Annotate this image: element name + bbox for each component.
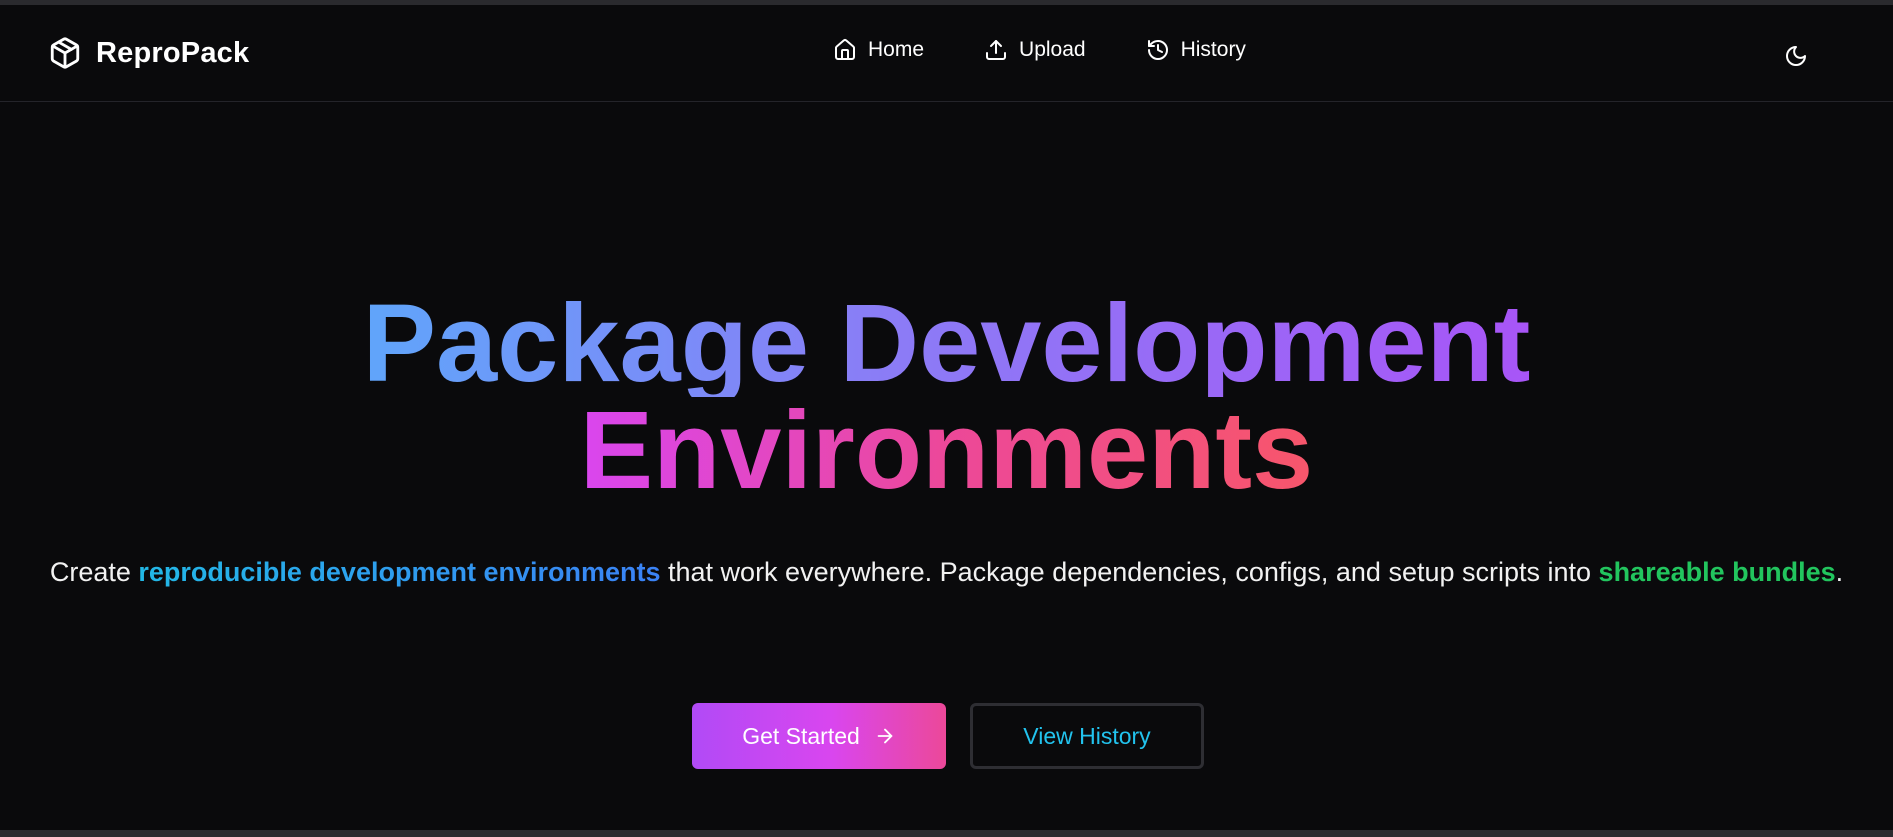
subtitle-text: .	[1835, 557, 1844, 587]
nav-item-history[interactable]: History	[1146, 38, 1246, 62]
subtitle-highlight-shareable: shareable bundles	[1598, 557, 1836, 587]
brand-logo[interactable]: ReproPack	[48, 35, 249, 71]
window-bottom-border	[0, 830, 1893, 837]
nav-item-label: Upload	[1019, 38, 1086, 61]
headline-line-2: Environments	[579, 389, 1314, 512]
moon-icon	[1784, 44, 1810, 68]
package-icon	[48, 35, 82, 71]
nav-item-label: Home	[868, 38, 925, 61]
subtitle-highlight-reproducible: reproducible development environments	[138, 557, 661, 587]
arrow-right-icon	[874, 725, 896, 747]
top-navbar: ReproPack Home Upload History	[0, 5, 1893, 102]
theme-toggle-button[interactable]	[1784, 44, 1810, 70]
hero-section: Package Development Environments	[0, 282, 1893, 512]
nav-item-upload[interactable]: Upload	[984, 38, 1086, 62]
nav-item-label: History	[1180, 38, 1246, 61]
view-history-label: View History	[1023, 722, 1151, 749]
brand-name: ReproPack	[96, 36, 250, 69]
home-icon	[833, 38, 857, 62]
history-icon	[1146, 38, 1170, 62]
headline-line-1: Package Development	[362, 282, 1531, 405]
subtitle-text: that work everywhere. Package dependenci…	[660, 557, 1599, 587]
view-history-button[interactable]: View History	[970, 703, 1204, 769]
main-nav: Home Upload History	[833, 38, 1246, 62]
hero-subtitle: Create reproducible development environm…	[0, 548, 1893, 596]
upload-icon	[984, 38, 1008, 62]
get-started-label: Get Started	[742, 722, 860, 749]
nav-item-home[interactable]: Home	[833, 38, 924, 62]
hero-headline: Package Development Environments	[0, 282, 1893, 512]
hero-actions: Get Started View History	[692, 703, 1204, 769]
subtitle-text: Create	[49, 557, 139, 587]
get-started-button[interactable]: Get Started	[692, 703, 946, 769]
